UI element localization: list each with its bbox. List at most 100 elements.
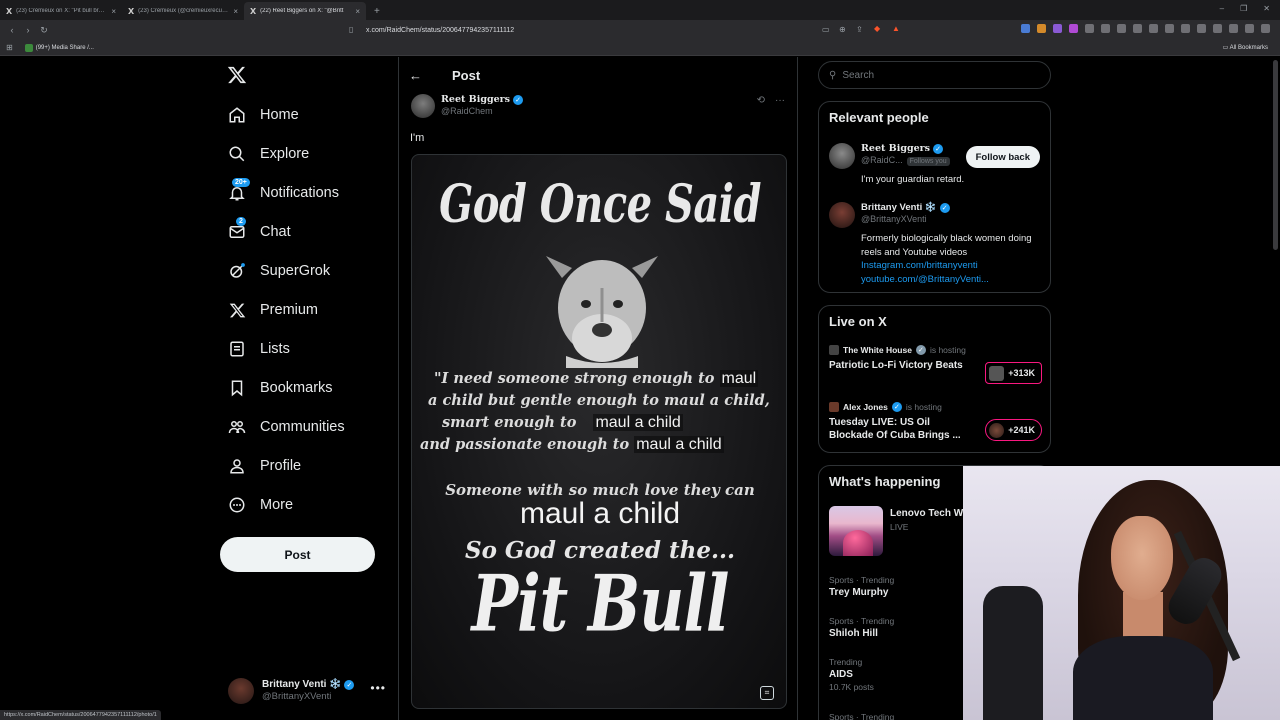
verified-badge-icon: ✓ [513,95,524,106]
page-scrollbar[interactable] [1273,60,1278,250]
nav-label: Bookmarks [260,380,333,396]
nav-bookmarks[interactable]: Bookmarks [228,374,333,402]
post-image[interactable]: God Once Said "I need someone strong eno… [411,154,787,709]
trend-item[interactable]: Sports · Trending Shiloh Hill [829,616,969,639]
install-icon[interactable]: ▭ [822,25,830,34]
extension-icon[interactable] [1149,24,1158,33]
restore-icon[interactable]: ❐ [1240,4,1247,13]
share-icon[interactable]: ⇪ [856,25,863,34]
bio-link[interactable]: Instagram.com/brittanyventi [861,259,1041,273]
home-icon [228,106,246,124]
post-author[interactable]: Reet Biggers ✓ @RaidChem [411,94,524,118]
account-switcher[interactable]: Brittany Venti ❄️ ✓ @BrittanyXVenti ••• [228,675,396,707]
post-button[interactable]: Post [220,537,375,572]
new-tab-icon[interactable]: + [366,2,388,20]
more-circle-icon [228,496,246,514]
extension-icon[interactable] [1133,24,1142,33]
live-count-pill[interactable]: +313K [985,362,1042,384]
nav-supergrok[interactable]: SuperGrok [228,257,330,285]
browser-tab-2[interactable]: X (23) Crémieux (@cremieuxrecueil) / X × [122,2,244,20]
more-dots-icon[interactable]: ··· [775,95,785,106]
all-bookmarks[interactable]: ▭ All Bookmarks [1223,44,1268,51]
trend-item[interactable]: Sports · Trending [829,712,969,720]
person-handle[interactable]: @BrittanyXVenti [861,214,927,224]
extension-icon[interactable] [1069,24,1078,33]
extension-icon[interactable] [1021,24,1030,33]
extension-icon[interactable] [1229,24,1238,33]
verified-badge-icon: ✓ [939,202,950,213]
extension-icon[interactable] [1261,24,1270,33]
nav-label: Communities [260,419,345,435]
card-title: What's happening [829,474,941,489]
avatar[interactable] [829,202,855,228]
verified-badge-icon: ✓ [915,345,926,355]
extension-icon[interactable] [1101,24,1110,33]
apps-grid-icon[interactable]: ⊞ [6,43,13,52]
bookmark-star-icon[interactable]: ▯ [349,25,353,34]
status-bar-url: https://x.com/RaidChem/status/2006477942… [0,710,161,720]
back-nav-icon[interactable]: ‹ [4,25,20,35]
brave-rewards-icon[interactable]: ▲ [892,24,900,33]
bio-link[interactable]: youtube.com/@BrittanyVenti... [861,273,1041,287]
author-name[interactable]: Reet Biggers [441,94,510,106]
extension-icon[interactable] [1085,24,1094,33]
brave-shield-icon[interactable]: ◆ [874,24,880,33]
search-icon: ⚲ [829,69,837,81]
bookmark-item[interactable]: (99+) Media Share /... [24,43,94,52]
zoom-icon[interactable]: ⊕ [839,25,846,34]
host-name[interactable]: The White House [843,345,912,355]
event-title[interactable]: Lenovo Tech Wo [890,508,969,519]
close-icon[interactable]: × [111,7,116,16]
nav-communities[interactable]: Communities [228,413,345,441]
forward-nav-icon[interactable]: › [20,25,36,35]
grok-image-icon[interactable]: ⌗ [760,686,774,700]
bio-text: Formerly biologically black women doing … [861,233,1032,258]
nav-profile[interactable]: Profile [228,452,301,480]
person-handle[interactable]: @RaidC... [861,155,903,165]
host-avatar [829,345,839,355]
nav-lists[interactable]: Lists [228,335,290,363]
nav-chat[interactable]: 2 Chat [228,217,291,246]
close-icon[interactable]: × [355,7,360,16]
extension-icon[interactable] [1197,24,1206,33]
nav-notifications[interactable]: 20+ Notifications [228,178,339,207]
nav-more[interactable]: More [228,491,293,519]
author-handle[interactable]: @RaidChem [441,106,523,117]
search-input[interactable] [842,69,1033,81]
extension-icon[interactable] [1245,24,1254,33]
reload-icon[interactable]: ↻ [36,25,52,36]
person-name[interactable]: Reet Biggers [861,143,930,154]
extension-icon[interactable] [1181,24,1190,33]
back-arrow-icon[interactable]: ← [409,68,422,83]
live-count-pill[interactable]: +241K [985,419,1042,441]
avatar[interactable] [411,94,435,118]
search-box[interactable]: ⚲ [818,61,1051,89]
host-name[interactable]: Alex Jones [843,402,888,412]
extension-icon[interactable] [1037,24,1046,33]
close-icon[interactable]: × [233,7,238,16]
browser-tab-3[interactable]: X (22) Reet Biggers on X: "@Britt × [244,2,366,20]
live-title[interactable]: Patriotic Lo-Fi Victory Beats [829,359,974,372]
grok-explain-icon[interactable]: ⟲ [757,95,765,106]
more-dots-icon[interactable]: ••• [370,681,386,695]
extension-icon[interactable] [1053,24,1062,33]
person-name[interactable]: Brittany Venti ❄️ [861,202,937,213]
live-title[interactable]: Tuesday LIVE: US Oil Blockade Of Cuba Br… [829,416,974,442]
nav-premium[interactable]: Premium [228,296,318,324]
nav-home[interactable]: Home [228,101,299,129]
follow-back-button[interactable]: Follow back [965,146,1040,168]
bookmark-icon [228,379,246,397]
trend-item[interactable]: Sports · Trending Trey Murphy [829,575,969,598]
avatar[interactable] [829,143,855,169]
x-logo-icon[interactable] [227,65,247,85]
x-favicon-icon: X [128,6,135,16]
extension-icon[interactable] [1117,24,1126,33]
minimize-icon[interactable]: – [1220,4,1224,13]
trend-item[interactable]: Trending AIDS 10.7K posts [829,657,969,692]
nav-explore[interactable]: Explore [228,140,309,168]
event-thumbnail[interactable] [829,506,883,556]
browser-tab-1[interactable]: X (23) Crémieux on X: "Pit bull breeder … [0,2,122,20]
close-window-icon[interactable]: ✕ [1263,4,1270,13]
extension-icon[interactable] [1213,24,1222,33]
extension-icon[interactable] [1165,24,1174,33]
